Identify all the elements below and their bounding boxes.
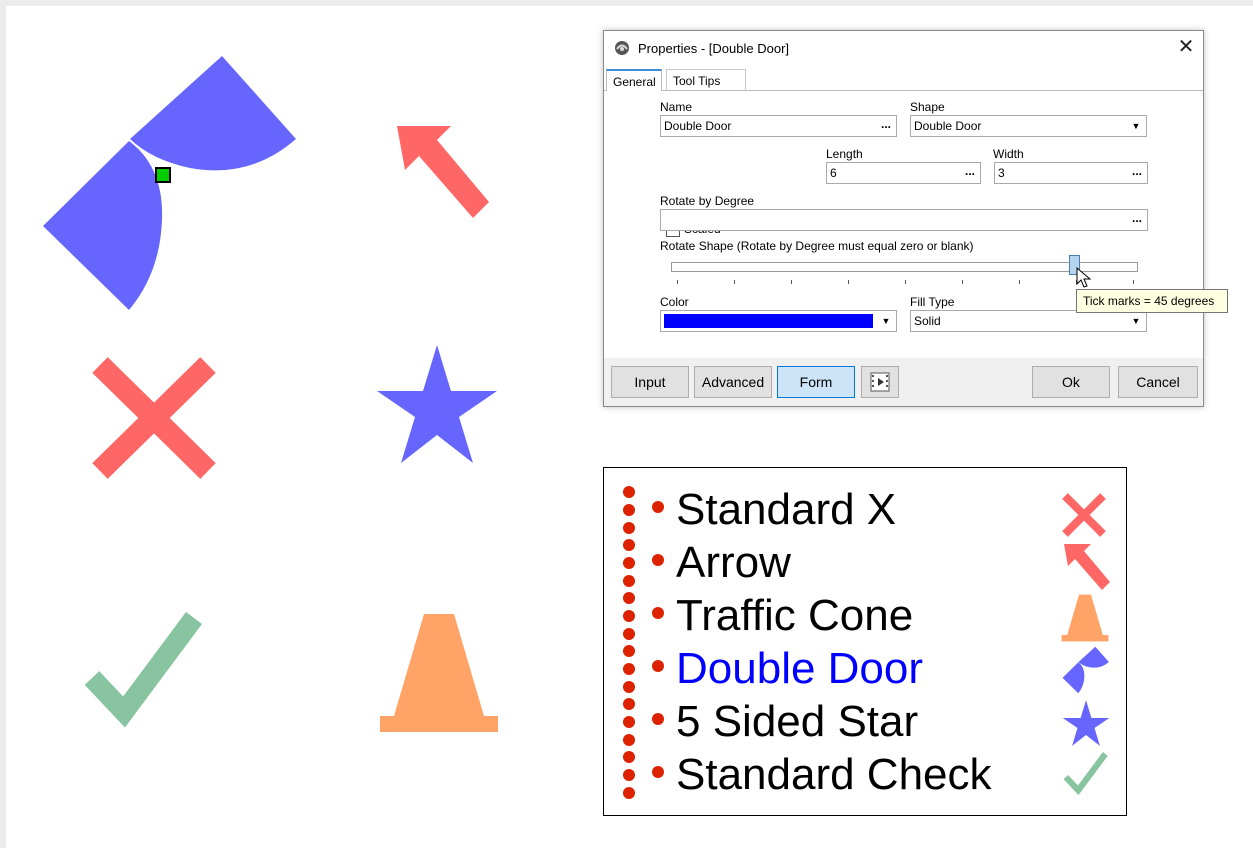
film-play-icon [870,372,890,392]
color-select[interactable]: ▼ [660,310,897,332]
legend-item: Arrow [604,536,1126,590]
bullet-icon [623,592,664,640]
chevron-down-icon[interactable]: ▼ [1128,116,1144,136]
x-icon [1062,493,1106,537]
mouse-cursor-icon [1076,267,1092,288]
dialog-title: Properties - [Double Door] [638,41,790,56]
rotate-degree-ellipsis-button[interactable]: ... [1127,210,1147,230]
ok-button[interactable]: Ok [1032,366,1110,398]
legend-item: Standard X [604,483,1126,537]
rotate-degree-field[interactable]: ... [660,209,1148,231]
left-border [0,0,6,848]
bullet-icon [623,486,664,534]
width-value: 3 [998,166,1005,180]
arrow-icon [1064,544,1110,590]
close-icon: ✕ [1177,36,1195,58]
color-label: Color [660,295,689,309]
legend-item: Double Door [604,642,1126,695]
legend-label: Standard X [676,485,897,534]
dialog-footer: Input Advanced Form Ok Cancel [604,358,1203,406]
rotate-degree-label: Rotate by Degree [660,194,755,208]
selection-handle[interactable] [155,167,171,183]
slider-tick [1019,280,1020,284]
fill-type-value: Solid [914,314,941,328]
name-field[interactable]: Double Door ... [660,115,897,137]
double-door-shape[interactable] [40,52,302,314]
shape-legend: Standard X Arrow Traffic Cone Double Doo… [603,467,1127,816]
legend-label: Double Door [676,644,924,693]
check-shape[interactable] [82,608,206,732]
traffic-cone-icon [1061,594,1109,642]
shape-value: Double Door [914,119,982,133]
legend-label: 5 Sided Star [676,697,919,746]
length-value: 6 [830,166,837,180]
legend-label: Standard Check [676,750,992,799]
legend-label: Arrow [676,538,791,587]
preview-button[interactable] [861,366,899,398]
slider-tick [905,280,906,284]
x-shape[interactable] [92,357,216,479]
title-bar: Properties - [Double Door] ✕ [604,31,1203,65]
legend-item: 5 Sided Star [604,695,1126,748]
chevron-down-icon[interactable]: ▼ [1128,311,1144,331]
tab-general[interactable]: General [606,69,662,92]
name-ellipsis-button[interactable]: ... [876,116,896,136]
tick-tooltip: Tick marks = 45 degrees [1076,289,1228,313]
tab-tool-tips[interactable]: Tool Tips [666,69,746,91]
legend-item: Standard Check [604,748,1126,801]
chevron-down-icon[interactable]: ▼ [878,311,894,331]
rotate-shape-label: Rotate Shape (Rotate by Degree must equa… [660,239,974,253]
length-label: Length [826,147,863,161]
cancel-button[interactable]: Cancel [1118,366,1198,398]
traffic-cone-shape[interactable] [376,610,502,736]
app-icon [615,41,629,55]
name-value: Double Door [664,119,732,133]
shape-label: Shape [910,100,945,114]
width-label: Width [993,147,1024,161]
bullet-icon [623,539,664,587]
width-ellipsis-button[interactable]: ... [1127,163,1147,183]
double-door-icon [1062,646,1109,694]
top-border [0,0,1253,6]
properties-dialog: Properties - [Double Door] ✕ General Too… [603,30,1228,407]
bullet-icon [623,751,664,799]
form-button[interactable]: Form [777,366,855,398]
length-field[interactable]: 6 ... [826,162,981,184]
bullet-icon [623,698,664,746]
slider-tick [962,280,963,284]
width-field[interactable]: 3 ... [994,162,1148,184]
tab-strip: General Tool Tips [604,65,1203,92]
close-button[interactable]: ✕ [1169,31,1203,65]
legend-item: Traffic Cone [604,589,1126,642]
slider-tick [1133,280,1134,284]
input-button[interactable]: Input [611,366,689,398]
bullet-icon [623,645,664,693]
length-ellipsis-button[interactable]: ... [960,163,980,183]
legend-label: Traffic Cone [676,591,914,640]
fill-type-select[interactable]: Solid ▼ [910,310,1147,332]
advanced-button[interactable]: Advanced [694,366,772,398]
slider-tick [791,280,792,284]
check-icon [1063,752,1108,796]
slider-tick [677,280,678,284]
shape-select[interactable]: Double Door ▼ [910,115,1147,137]
name-label: Name [660,100,693,114]
star-icon [1062,700,1110,746]
fill-type-label: Fill Type [910,295,955,309]
star-shape[interactable] [375,343,499,465]
arrow-shape[interactable] [393,122,493,222]
color-swatch [664,314,873,328]
slider-tick [848,280,849,284]
slider-tick [734,280,735,284]
rotate-shape-slider[interactable] [671,262,1138,272]
